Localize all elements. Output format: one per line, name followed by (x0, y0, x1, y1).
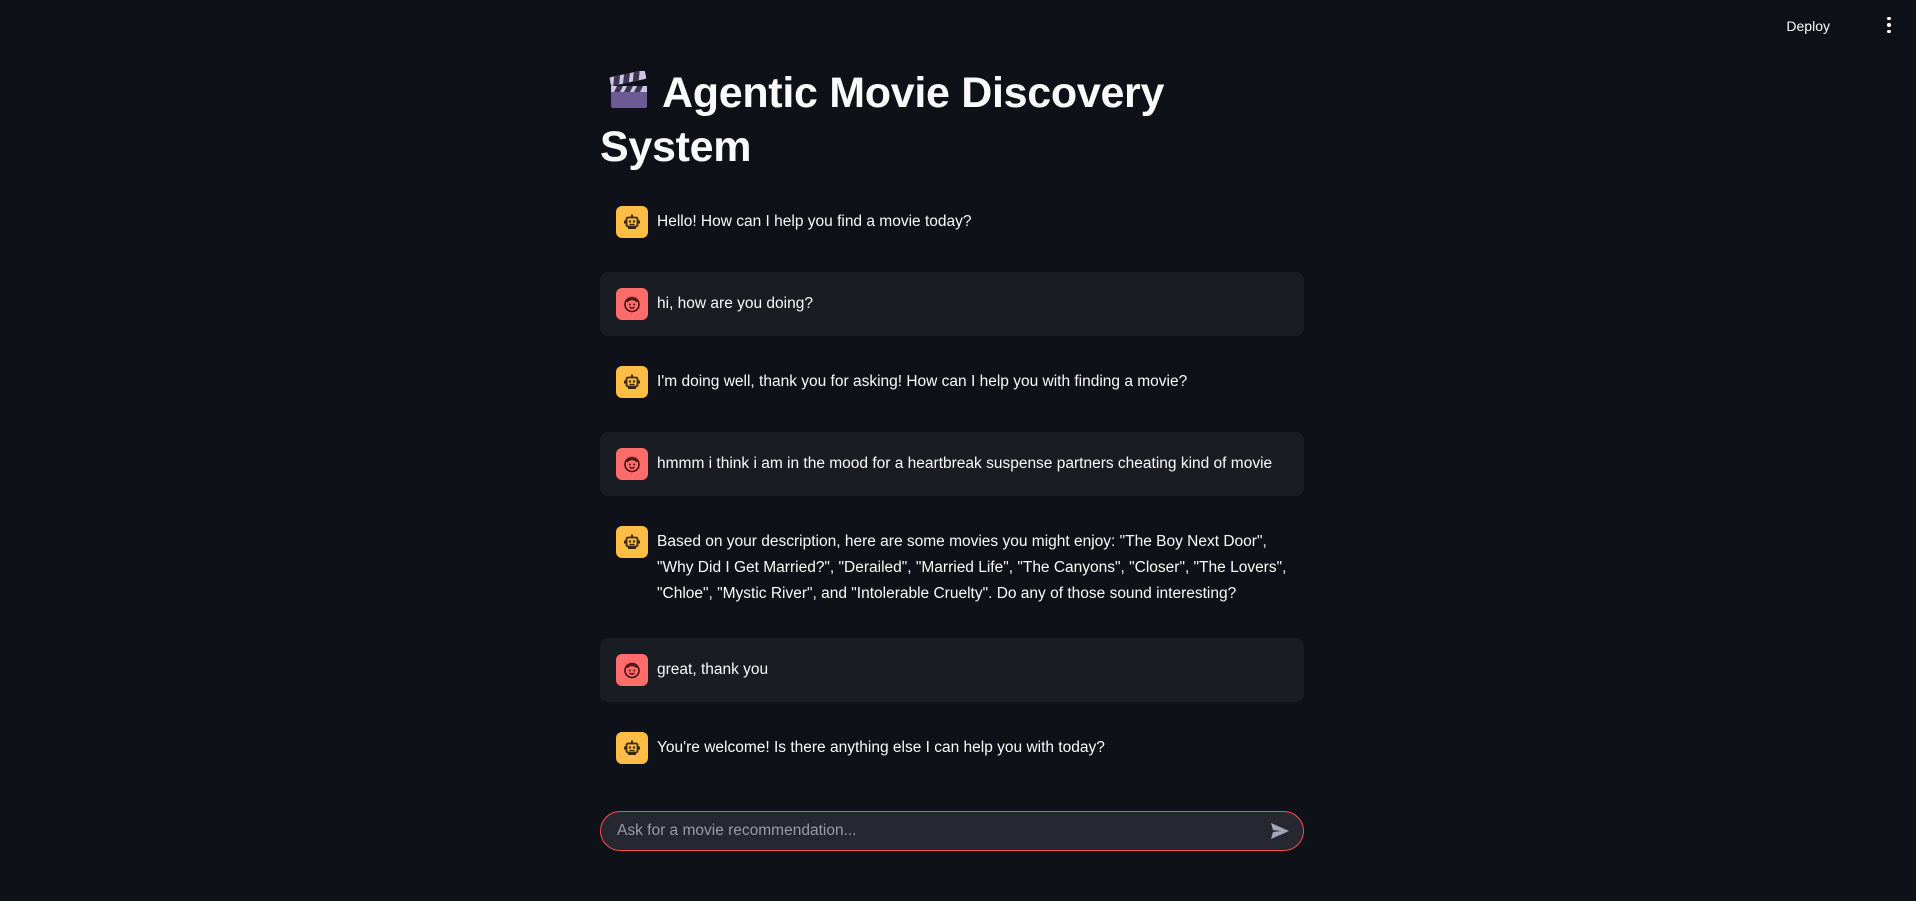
deploy-button[interactable]: Deploy (1782, 14, 1834, 38)
robot-icon (624, 534, 640, 549)
message-text: great, thank you (657, 661, 769, 678)
message-text: hmmm i think i am in the mood for a hear… (657, 455, 1273, 472)
smiley-face-icon (624, 662, 640, 679)
page-title: Agentic Movie Discovery System (600, 66, 1304, 174)
message-text: hi, how are you doing? (657, 295, 813, 312)
page-title-text: Agentic Movie Discovery System (600, 69, 1165, 171)
assistant-avatar (616, 206, 648, 238)
smiley-face-icon (624, 456, 640, 473)
user-avatar (616, 288, 648, 320)
assistant-avatar (616, 732, 648, 764)
send-icon (1271, 823, 1289, 839)
main-menu-icon[interactable] (1880, 12, 1898, 38)
chat-input[interactable] (601, 812, 1265, 850)
user-message: hi, how are you doing? (600, 272, 1304, 336)
assistant-avatar (616, 526, 648, 558)
robot-icon (624, 214, 640, 229)
robot-icon (624, 374, 640, 389)
assistant-message: Hello! How can I help you find a movie t… (600, 198, 1304, 254)
message-text: Based on your description, here are some… (657, 533, 1287, 602)
user-avatar (616, 654, 648, 686)
send-button[interactable] (1265, 816, 1295, 846)
smiley-face-icon (624, 296, 640, 313)
user-message: great, thank you (600, 638, 1304, 702)
chat-input-container (600, 811, 1304, 851)
top-bar: Deploy (0, 0, 1916, 50)
clapper-board-icon (609, 71, 647, 108)
assistant-message: Based on your description, here are some… (600, 518, 1304, 623)
user-message: hmmm i think i am in the mood for a hear… (600, 432, 1304, 496)
user-avatar (616, 448, 648, 480)
message-text: I'm doing well, thank you for asking! Ho… (657, 373, 1188, 390)
message-text: You're welcome! Is there anything else I… (657, 739, 1105, 756)
message-text: Hello! How can I help you find a movie t… (657, 213, 972, 230)
assistant-message: I'm doing well, thank you for asking! Ho… (600, 358, 1304, 414)
robot-icon (624, 740, 640, 755)
assistant-avatar (616, 366, 648, 398)
assistant-message: You're welcome! Is there anything else I… (600, 724, 1304, 780)
